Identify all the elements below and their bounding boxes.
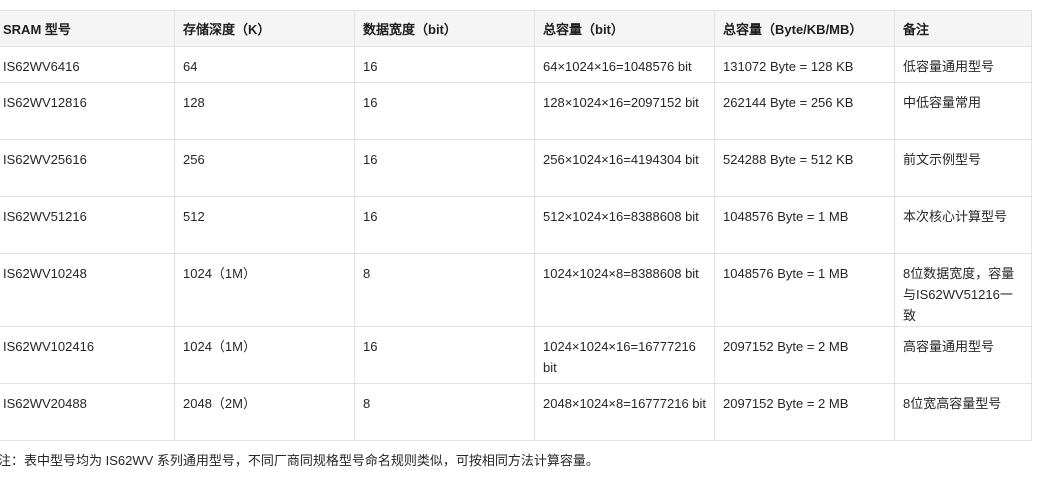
header-depth: 存储深度（K） [174, 10, 355, 47]
header-total-bytes: 总容量（Byte/KB/MB） [714, 10, 895, 47]
table-footnote: 注：表中型号均为 IS62WV 系列通用型号，不同厂商同规格型号命名规则类似，可… [0, 453, 599, 468]
cell-depth: 2048（2M） [174, 383, 355, 441]
cell-total-bytes: 262144 Byte = 256 KB [714, 82, 895, 140]
cell-model: IS62WV102416 [0, 326, 175, 384]
table-row: IS62WV10248 1024（1M） 8 1024×1024×8=83886… [0, 253, 1032, 327]
sram-capacity-table: SRAM 型号 存储深度（K） 数据宽度（bit） 总容量（bit） 总容量（B… [0, 10, 1032, 441]
table-row: IS62WV6416 64 16 64×1024×16=1048576 bit … [0, 46, 1032, 83]
cell-total-bits: 1024×1024×16=16777216 bit [534, 326, 715, 384]
header-total-bits: 总容量（bit） [534, 10, 715, 47]
cell-total-bits: 64×1024×16=1048576 bit [534, 46, 715, 83]
sram-table-container: SRAM 型号 存储深度（K） 数据宽度（bit） 总容量（bit） 总容量（B… [0, 10, 1032, 441]
cell-total-bits: 512×1024×16=8388608 bit [534, 196, 715, 254]
cell-width: 8 [354, 253, 535, 327]
cell-model: IS62WV51216 [0, 196, 175, 254]
cell-total-bytes: 2097152 Byte = 2 MB [714, 383, 895, 441]
table-row: IS62WV20488 2048（2M） 8 2048×1024×8=16777… [0, 383, 1032, 441]
table-row: IS62WV25616 256 16 256×1024×16=4194304 b… [0, 139, 1032, 197]
cell-model: IS62WV12816 [0, 82, 175, 140]
cell-remark: 高容量通用型号 [894, 326, 1032, 384]
cell-total-bytes: 2097152 Byte = 2 MB [714, 326, 895, 384]
cell-depth: 512 [174, 196, 355, 254]
cell-total-bytes: 1048576 Byte = 1 MB [714, 196, 895, 254]
cell-remark: 本次核心计算型号 [894, 196, 1032, 254]
cell-width: 16 [354, 82, 535, 140]
cell-model: IS62WV20488 [0, 383, 175, 441]
cell-depth: 1024（1M） [174, 326, 355, 384]
cell-remark: 前文示例型号 [894, 139, 1032, 197]
cell-model: IS62WV25616 [0, 139, 175, 197]
cell-total-bytes: 524288 Byte = 512 KB [714, 139, 895, 197]
table-row: IS62WV102416 1024（1M） 16 1024×1024×16=16… [0, 326, 1032, 384]
header-width: 数据宽度（bit） [354, 10, 535, 47]
cell-remark: 8位数据宽度，容量与IS62WV51216一致 [894, 253, 1032, 327]
cell-total-bits: 256×1024×16=4194304 bit [534, 139, 715, 197]
cell-total-bytes: 1048576 Byte = 1 MB [714, 253, 895, 327]
cell-width: 8 [354, 383, 535, 441]
cell-depth: 1024（1M） [174, 253, 355, 327]
cell-depth: 64 [174, 46, 355, 83]
cell-total-bits: 128×1024×16=2097152 bit [534, 82, 715, 140]
cell-total-bytes: 131072 Byte = 128 KB [714, 46, 895, 83]
cell-width: 16 [354, 139, 535, 197]
cell-width: 16 [354, 196, 535, 254]
cell-depth: 128 [174, 82, 355, 140]
cell-model: IS62WV10248 [0, 253, 175, 327]
cell-remark: 低容量通用型号 [894, 46, 1032, 83]
table-row: IS62WV51216 512 16 512×1024×16=8388608 b… [0, 196, 1032, 254]
table-header-row: SRAM 型号 存储深度（K） 数据宽度（bit） 总容量（bit） 总容量（B… [0, 10, 1032, 47]
cell-width: 16 [354, 46, 535, 83]
cell-remark: 中低容量常用 [894, 82, 1032, 140]
cell-width: 16 [354, 326, 535, 384]
table-row: IS62WV12816 128 16 128×1024×16=2097152 b… [0, 82, 1032, 140]
cell-model: IS62WV6416 [0, 46, 175, 83]
header-remark: 备注 [894, 10, 1032, 47]
header-model: SRAM 型号 [0, 10, 175, 47]
cell-total-bits: 1024×1024×8=8388608 bit [534, 253, 715, 327]
cell-depth: 256 [174, 139, 355, 197]
cell-total-bits: 2048×1024×8=16777216 bit [534, 383, 715, 441]
cell-remark: 8位宽高容量型号 [894, 383, 1032, 441]
